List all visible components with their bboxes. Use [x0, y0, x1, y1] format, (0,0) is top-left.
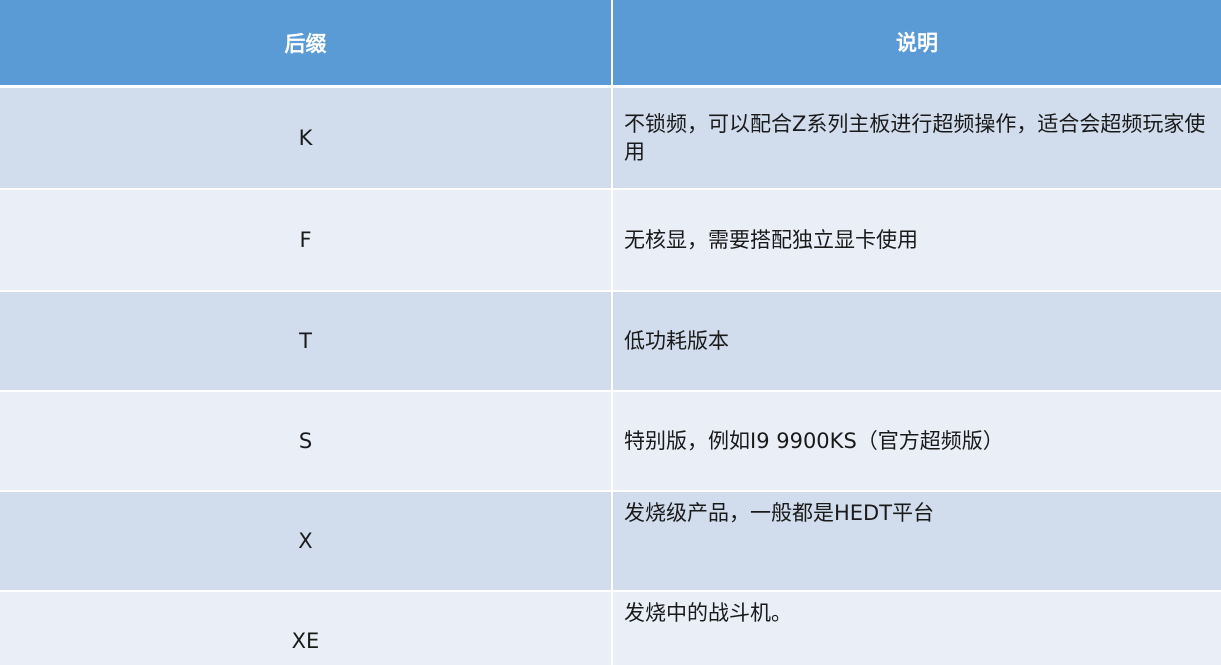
description-text: 低功耗版本	[624, 329, 729, 353]
header-description: 说明	[896, 30, 938, 55]
suffix-table: 后缀 说明 K 不锁频，可以配合Z系列主板进行超频操作，适合会超频玩家使用 F …	[0, 0, 1221, 665]
description-cell: 发烧级产品，一般都是HEDT平台	[613, 492, 1221, 590]
table-row: F 无核显，需要搭配独立显卡使用	[0, 190, 1221, 290]
description-text: 不锁频，可以配合Z系列主板进行超频操作，适合会超频玩家使用	[624, 112, 1206, 164]
description-cell: 特别版，例如I9 9900KS（官方超频版）	[613, 392, 1221, 490]
table-row: S 特别版，例如I9 9900KS（官方超频版）	[0, 392, 1221, 490]
suffix-cell: X	[0, 492, 613, 590]
description-cell: 不锁频，可以配合Z系列主板进行超频操作，适合会超频玩家使用	[613, 88, 1221, 188]
suffix-cell: K	[0, 88, 613, 188]
table-row: T 低功耗版本	[0, 292, 1221, 390]
suffix-cell: T	[0, 292, 613, 390]
description-text: 发烧级产品，一般都是HEDT平台	[624, 501, 935, 525]
description-cell: 低功耗版本	[613, 292, 1221, 390]
suffix-cell: F	[0, 190, 613, 290]
header-suffix: 后缀	[0, 0, 613, 85]
table-row: X 发烧级产品，一般都是HEDT平台	[0, 492, 1221, 590]
description-cell: 发烧中的战斗机。	[613, 592, 1221, 665]
suffix-cell: XE	[0, 592, 613, 665]
table-row: K 不锁频，可以配合Z系列主板进行超频操作，适合会超频玩家使用	[0, 88, 1221, 188]
description-cell: 无核显，需要搭配独立显卡使用	[613, 190, 1221, 290]
table-header: 后缀 说明	[0, 0, 1221, 88]
description-text: 无核显，需要搭配独立显卡使用	[624, 228, 918, 252]
suffix-cell: S	[0, 392, 613, 490]
description-text: 特别版，例如I9 9900KS（官方超频版）	[624, 429, 1004, 453]
description-text: 发烧中的战斗机。	[624, 601, 792, 625]
table-row: XE 发烧中的战斗机。	[0, 592, 1221, 665]
